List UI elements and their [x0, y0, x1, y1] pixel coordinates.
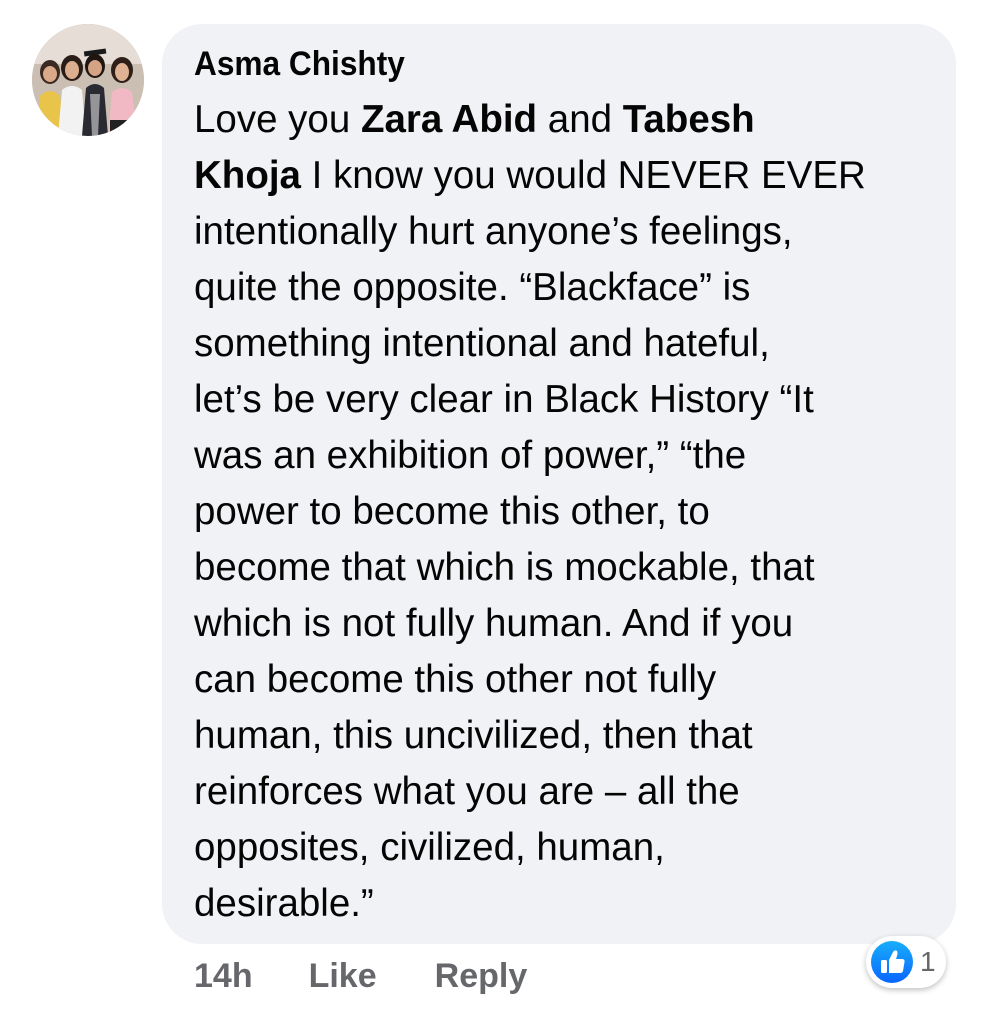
thumbs-up-icon: [871, 941, 913, 983]
reaction-summary[interactable]: 1: [866, 936, 946, 988]
comment-actions: 14h Like Reply: [194, 950, 527, 1002]
comment-line: something intentional and hateful,: [194, 316, 932, 372]
comment-text-segment: power to become this other, to: [194, 490, 710, 533]
comment-text-segment: human, this uncivilized, then that: [194, 714, 753, 757]
reply-button[interactable]: Reply: [435, 957, 528, 996]
comment-text-segment: opposites, civilized, human,: [194, 826, 665, 869]
comment-text-segment: reinforces what you are – all the: [194, 770, 740, 813]
comment-line: power to become this other, to: [194, 484, 932, 540]
comment-text-segment: and: [537, 98, 623, 141]
timestamp[interactable]: 14h: [194, 957, 253, 996]
comment-line: Khoja I know you would NEVER EVER: [194, 148, 932, 204]
mention-link[interactable]: Tabesh: [623, 98, 755, 141]
comment-line: was an exhibition of power,” “the: [194, 428, 932, 484]
profile-photo: [32, 24, 144, 136]
comment-text-segment: let’s be very clear in Black History “It: [194, 378, 814, 421]
comment-text-segment: desirable.”: [194, 882, 374, 925]
comment-container: Asma Chishty Love you Zara Abid and Tabe…: [0, 0, 992, 1024]
comment-line: let’s be very clear in Black History “It: [194, 372, 932, 428]
comment-line: can become this other not fully: [194, 652, 932, 708]
comment-text-segment: was an exhibition of power,” “the: [194, 434, 747, 477]
comment-text-segment: can become this other not fully: [194, 658, 717, 701]
comment-text-segment: become that which is mockable, that: [194, 546, 815, 589]
comment-line: which is not fully human. And if you: [194, 596, 932, 652]
comment-text-segment: I know you would NEVER EVER: [300, 154, 866, 197]
comment-line: reinforces what you are – all the: [194, 764, 932, 820]
like-button[interactable]: Like: [309, 957, 377, 996]
comment-text: Love you Zara Abid and Tabesh Khoja I kno…: [194, 92, 932, 932]
comment-line: become that which is mockable, that: [194, 540, 932, 596]
comment-text-segment: quite the opposite. “Blackface” is: [194, 266, 751, 309]
mention-link[interactable]: Zara Abid: [361, 98, 537, 141]
reaction-count: 1: [920, 946, 936, 977]
mention-link[interactable]: Khoja: [194, 154, 301, 197]
comment-author[interactable]: Asma Chishty: [194, 44, 880, 84]
comment-line: human, this uncivilized, then that: [194, 708, 932, 764]
comment-text-segment: which is not fully human. And if you: [194, 602, 794, 645]
comment-line: opposites, civilized, human,: [194, 820, 932, 876]
comment-text-segment: something intentional and hateful,: [194, 322, 770, 365]
comment-line: Love you Zara Abid and Tabesh: [194, 92, 932, 148]
comment-bubble: Asma Chishty Love you Zara Abid and Tabe…: [162, 24, 956, 944]
comment-line: intentionally hurt anyone’s feelings,: [194, 204, 932, 260]
comment-text-segment: intentionally hurt anyone’s feelings,: [194, 210, 793, 253]
comment-line: quite the opposite. “Blackface” is: [194, 260, 932, 316]
avatar[interactable]: [32, 24, 144, 136]
comment-text-segment: Love you: [194, 98, 361, 141]
comment-line: desirable.”: [194, 876, 932, 932]
